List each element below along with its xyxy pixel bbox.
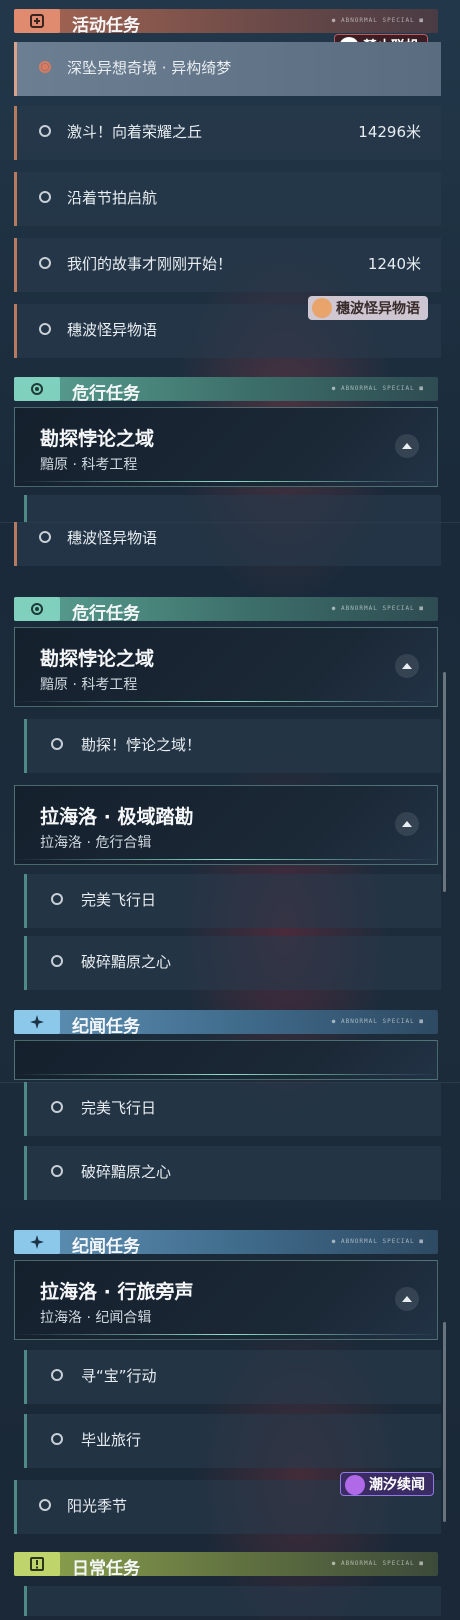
group-subtitle: 拉海洛 · 危行合辑 bbox=[40, 835, 152, 851]
task-row[interactable]: 沿着节拍启航 bbox=[14, 172, 441, 226]
section-title: 活动任务 bbox=[72, 16, 140, 36]
task-row[interactable]: 我们的故事才刚刚开始！ 1240米 bbox=[14, 238, 441, 292]
section-header-danger[interactable]: 危行任务 ● ABNORMAL SPECIAL ■ bbox=[14, 597, 438, 624]
task-circle-icon bbox=[39, 323, 51, 335]
group-subtitle: 黯原 · 科考工程 bbox=[40, 677, 138, 693]
section-title: 纪闻任务 bbox=[72, 1237, 140, 1257]
collapse-caret-icon[interactable] bbox=[395, 812, 419, 836]
tide-tag-badge: 潮汐续闻 bbox=[340, 1472, 434, 1496]
section-title: 纪闻任务 bbox=[72, 1017, 140, 1037]
task-circle-icon bbox=[39, 191, 51, 203]
quest-group-card[interactable]: 勘探悖论之域 黯原 · 科考工程 bbox=[14, 407, 438, 487]
task-circle-icon bbox=[39, 257, 51, 269]
section-title: 危行任务 bbox=[72, 604, 140, 624]
task-circle-icon bbox=[51, 1433, 63, 1445]
scrollbar-thumb[interactable] bbox=[443, 672, 446, 892]
task-row-partial bbox=[24, 495, 441, 522]
header-deco-text: ● ABNORMAL SPECIAL ■ bbox=[331, 1238, 424, 1245]
legend-section-icon bbox=[14, 1010, 60, 1034]
header-deco-text: ● ABNORMAL SPECIAL ■ bbox=[331, 1018, 424, 1025]
task-circle-icon bbox=[51, 893, 63, 905]
group-title: 勘探悖论之域 bbox=[40, 428, 155, 450]
task-row[interactable]: 勘探！悖论之域！ bbox=[24, 719, 441, 773]
task-row[interactable]: 完美飞行日 bbox=[24, 874, 441, 928]
quest-group-card[interactable]: 拉海洛 · 行旅旁声 拉海洛 · 纪闻合辑 bbox=[14, 1260, 438, 1340]
task-circle-icon bbox=[51, 1165, 63, 1177]
task-row[interactable]: 穗波怪异物语 bbox=[14, 522, 441, 566]
collapse-caret-icon[interactable] bbox=[395, 654, 419, 678]
task-row[interactable]: 寻“宝”行动 bbox=[24, 1350, 441, 1404]
danger-section-icon bbox=[14, 377, 60, 401]
section-header-legend[interactable]: 纪闻任务 ● ABNORMAL SPECIAL ■ bbox=[14, 1010, 438, 1037]
task-row[interactable]: 深坠异想奇境 · 异构绮梦 bbox=[14, 42, 441, 96]
task-row-partial bbox=[24, 1586, 441, 1616]
group-title: 勘探悖论之域 bbox=[40, 648, 155, 670]
quest-group-card[interactable]: 勘探悖论之域 黯原 · 科考工程 bbox=[14, 627, 438, 707]
task-row[interactable]: 破碎黯原之心 bbox=[24, 936, 441, 990]
header-deco-text: ● ABNORMAL SPECIAL ■ bbox=[331, 1560, 424, 1567]
task-row[interactable]: 激斗！向着荣耀之丘 14296米 bbox=[14, 106, 441, 160]
tide-star-icon bbox=[345, 1475, 365, 1495]
task-row[interactable]: 破碎黯原之心 bbox=[24, 1146, 441, 1200]
quest-group-card-partial bbox=[14, 1040, 438, 1080]
task-circle-icon bbox=[39, 531, 51, 543]
legend-section-icon bbox=[14, 1230, 60, 1254]
quest-group-card[interactable]: 拉海洛 · 极域踏勘 拉海洛 · 危行合辑 bbox=[14, 785, 438, 865]
quest-panel-2: 穗波怪异物语 危行任务 ● ABNORMAL SPECIAL ■ 勘探悖论之域 … bbox=[0, 522, 460, 1082]
section-header-danger[interactable]: 危行任务 ● ABNORMAL SPECIAL ■ bbox=[14, 377, 438, 404]
task-selected-icon bbox=[39, 61, 51, 73]
section-header-daily[interactable]: 日常任务 ● ABNORMAL SPECIAL ■ bbox=[14, 1552, 438, 1579]
group-subtitle: 黯原 · 科考工程 bbox=[40, 457, 138, 473]
task-distance: 14296米 bbox=[358, 123, 421, 141]
event-tag-badge: 穗波怪异物语 bbox=[308, 296, 428, 320]
task-circle-icon bbox=[51, 1369, 63, 1381]
task-circle-icon bbox=[39, 1499, 51, 1511]
activity-section-icon bbox=[14, 9, 60, 33]
collapse-caret-icon[interactable] bbox=[395, 1287, 419, 1311]
task-circle-icon bbox=[51, 1101, 63, 1113]
task-row[interactable]: 毕业旅行 bbox=[24, 1414, 441, 1468]
group-subtitle: 拉海洛 · 纪闻合辑 bbox=[40, 1310, 152, 1326]
task-distance: 1240米 bbox=[367, 255, 421, 273]
section-title: 危行任务 bbox=[72, 384, 140, 404]
group-title: 拉海洛 · 极域踏勘 bbox=[40, 806, 194, 828]
header-deco-text: ● ABNORMAL SPECIAL ■ bbox=[331, 385, 424, 392]
daily-section-icon bbox=[14, 1552, 60, 1576]
section-header-legend[interactable]: 纪闻任务 ● ABNORMAL SPECIAL ■ bbox=[14, 1230, 438, 1257]
task-circle-icon bbox=[39, 125, 51, 137]
collapse-caret-icon[interactable] bbox=[395, 434, 419, 458]
task-circle-icon bbox=[51, 955, 63, 967]
quest-panel-3: 完美飞行日 破碎黯原之心 纪闻任务 ● ABNORMAL SPECIAL ■ 拉… bbox=[0, 1082, 460, 1620]
group-title: 拉海洛 · 行旅旁声 bbox=[40, 1281, 194, 1303]
danger-section-icon bbox=[14, 597, 60, 621]
task-circle-icon bbox=[51, 738, 63, 750]
header-deco-text: ● ABNORMAL SPECIAL ■ bbox=[331, 605, 424, 612]
quest-panel-1: 活动任务 ● ABNORMAL SPECIAL ■ 禁止联机 深坠异想奇境 · … bbox=[0, 0, 460, 522]
task-row[interactable]: 完美飞行日 bbox=[24, 1082, 441, 1136]
section-title: 日常任务 bbox=[72, 1559, 140, 1579]
scrollbar-thumb[interactable] bbox=[443, 1322, 446, 1522]
event-mascot-icon bbox=[312, 298, 332, 318]
section-header-activity[interactable]: 活动任务 ● ABNORMAL SPECIAL ■ bbox=[14, 9, 438, 36]
header-deco-text: ● ABNORMAL SPECIAL ■ bbox=[331, 17, 424, 24]
